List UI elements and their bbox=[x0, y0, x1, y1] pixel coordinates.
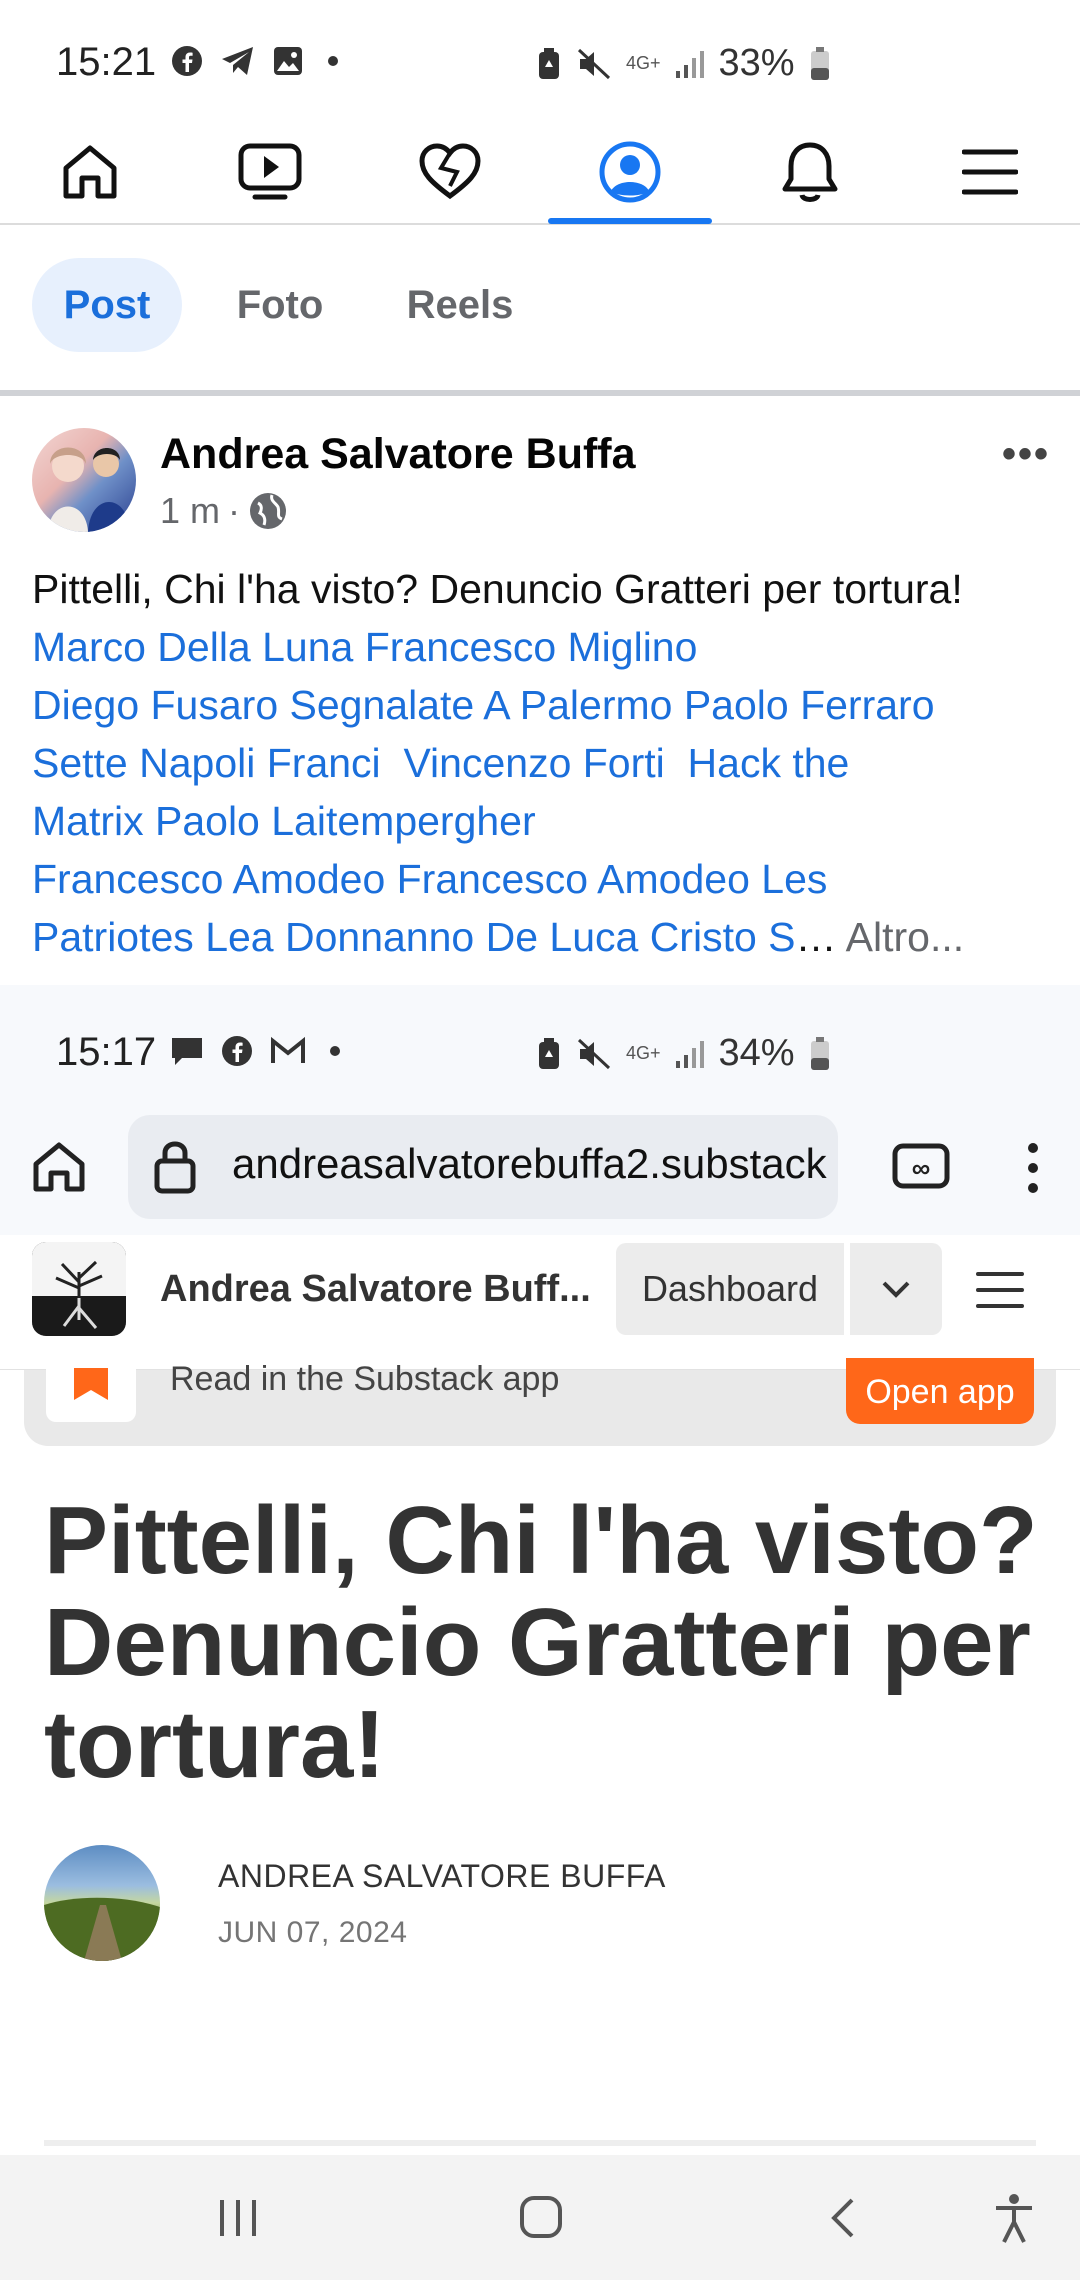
kebab-menu-icon bbox=[1028, 1143, 1038, 1193]
facebook-notif-icon bbox=[172, 46, 202, 76]
nav-notifications[interactable] bbox=[720, 120, 900, 223]
menu-icon bbox=[976, 1272, 1024, 1308]
author-avatar[interactable] bbox=[32, 428, 136, 532]
url-text[interactable]: andreasalvatorebuffa2.substack bbox=[232, 1140, 832, 1188]
back-button[interactable] bbox=[828, 2196, 858, 2245]
nav-video[interactable] bbox=[180, 120, 360, 223]
substack-menu-button[interactable] bbox=[976, 1270, 1024, 1315]
recent-apps-button[interactable] bbox=[216, 2196, 260, 2245]
active-tab-indicator bbox=[548, 218, 712, 224]
tagged-links-1[interactable]: Marco Della Luna Francesco Miglino bbox=[32, 624, 697, 670]
status-time: 15:21 bbox=[56, 40, 157, 84]
see-more-link[interactable]: Altro... bbox=[846, 914, 964, 960]
tab-reels[interactable]: Reels bbox=[378, 258, 542, 352]
mute-icon bbox=[577, 1038, 611, 1069]
profile-icon bbox=[599, 141, 661, 202]
dashboard-dropdown-button[interactable] bbox=[850, 1243, 942, 1335]
lock-icon bbox=[152, 1137, 198, 1200]
nav-home[interactable] bbox=[0, 120, 180, 223]
globe-icon bbox=[250, 493, 287, 529]
tagged-links-6[interactable]: Patriotes Lea Donnanno De Luca Cristo S bbox=[32, 914, 796, 960]
substack-app-icon bbox=[46, 1362, 136, 1422]
chevron-down-icon bbox=[882, 1281, 910, 1298]
notification-icons bbox=[170, 44, 338, 78]
article-date: JUN 07, 2024 bbox=[218, 1916, 408, 1949]
open-app-button[interactable]: Open app bbox=[846, 1358, 1034, 1424]
battery-percent: 33% bbox=[718, 42, 795, 84]
post-time[interactable]: 1 m bbox=[160, 490, 220, 532]
home-square-icon bbox=[520, 2196, 562, 2238]
post-text-plain: Pittelli, Chi l'ha visto? Denuncio Gratt… bbox=[32, 566, 963, 612]
avatar-picture-icon bbox=[48, 447, 130, 532]
battery-icon bbox=[810, 1036, 829, 1070]
battery-icon bbox=[810, 46, 829, 80]
home-button[interactable] bbox=[518, 2194, 564, 2245]
gallery-notif-icon bbox=[274, 47, 302, 75]
embedded-status-time: 15:17 bbox=[56, 1030, 157, 1074]
battery-saver-icon bbox=[539, 47, 559, 79]
nav-dating[interactable] bbox=[360, 120, 540, 223]
mute-icon bbox=[577, 48, 611, 79]
facebook-top-nav bbox=[0, 120, 1080, 225]
more-notifications-dot bbox=[328, 56, 338, 66]
article-author[interactable]: ANDREA SALVATORE BUFFA bbox=[218, 1858, 666, 1895]
tagged-links-3[interactable]: Sette Napoli Franci Vincenzo Forti Hack … bbox=[32, 740, 849, 786]
embedded-status-right: 4G+ 34% bbox=[536, 1032, 831, 1075]
home-icon bbox=[33, 1142, 85, 1192]
nav-menu[interactable] bbox=[900, 120, 1080, 223]
gmail-notif-icon bbox=[271, 1036, 305, 1063]
browser-menu-button[interactable] bbox=[1020, 1140, 1046, 1201]
battery-saver-icon bbox=[539, 1037, 559, 1069]
home-icon bbox=[63, 145, 117, 198]
menu-icon bbox=[962, 149, 1018, 194]
post-author-name[interactable]: Andrea Salvatore Buffa bbox=[160, 430, 636, 479]
meta-separator: · bbox=[228, 490, 241, 531]
post-body: Pittelli, Chi l'ha visto? Denuncio Gratt… bbox=[32, 560, 1052, 966]
back-chevron-icon bbox=[831, 2198, 854, 2238]
tab-switcher-button[interactable]: ∞ bbox=[892, 1141, 950, 1196]
publication-logo[interactable] bbox=[32, 1242, 126, 1336]
article-title: Pittelli, Chi l'ha visto? Denuncio Gratt… bbox=[44, 1487, 1038, 1798]
tagged-links-2[interactable]: Diego Fusaro Segnalate A Palermo Paolo F… bbox=[32, 682, 935, 728]
accessibility-button[interactable] bbox=[992, 2192, 1036, 2249]
recents-icon bbox=[220, 2200, 256, 2236]
nav-profile[interactable] bbox=[540, 120, 720, 223]
tab-post[interactable]: Post bbox=[32, 258, 182, 352]
tagged-links-4[interactable]: Matrix Paolo Laitempergher bbox=[32, 798, 536, 844]
chat-notif-icon bbox=[172, 1038, 202, 1065]
dating-heart-icon bbox=[419, 142, 481, 199]
video-icon bbox=[238, 143, 302, 199]
banner-text: Read in the Substack app bbox=[170, 1360, 560, 1398]
battery-percent: 34% bbox=[718, 1032, 795, 1074]
facebook-notif-icon bbox=[222, 1036, 252, 1066]
tabs-icon: ∞ bbox=[892, 1143, 950, 1189]
signal-icon bbox=[675, 1040, 704, 1068]
article-author-avatar[interactable] bbox=[44, 1845, 160, 1961]
section-divider bbox=[0, 390, 1080, 396]
tree-logo-icon bbox=[32, 1242, 126, 1336]
landscape-avatar-icon bbox=[44, 1897, 160, 1961]
content-divider bbox=[44, 2140, 1036, 2146]
network-type: 4G+ bbox=[626, 1043, 661, 1063]
publication-title[interactable]: Andrea Salvatore Buff... bbox=[160, 1268, 591, 1311]
more-notifications-dot bbox=[330, 1046, 340, 1056]
post-meta: 1 m · bbox=[160, 490, 288, 532]
browser-home-button[interactable] bbox=[30, 1138, 88, 1201]
dashboard-button[interactable]: Dashboard bbox=[616, 1243, 844, 1335]
status-right: 4G+ 33% bbox=[536, 42, 831, 85]
bell-icon bbox=[782, 142, 838, 202]
accessibility-icon bbox=[996, 2194, 1032, 2243]
embedded-notification-icons bbox=[170, 1034, 340, 1068]
svg-text:∞: ∞ bbox=[912, 1153, 931, 1183]
telegram-notif-icon bbox=[222, 47, 253, 75]
signal-icon bbox=[675, 50, 704, 78]
tab-foto[interactable]: Foto bbox=[210, 258, 350, 352]
truncation-ellipsis: … bbox=[795, 914, 837, 960]
network-type: 4G+ bbox=[626, 53, 661, 73]
post-options-icon[interactable]: ••• bbox=[1002, 432, 1050, 477]
tagged-links-5[interactable]: Francesco Amodeo Francesco Amodeo Les bbox=[32, 856, 827, 902]
